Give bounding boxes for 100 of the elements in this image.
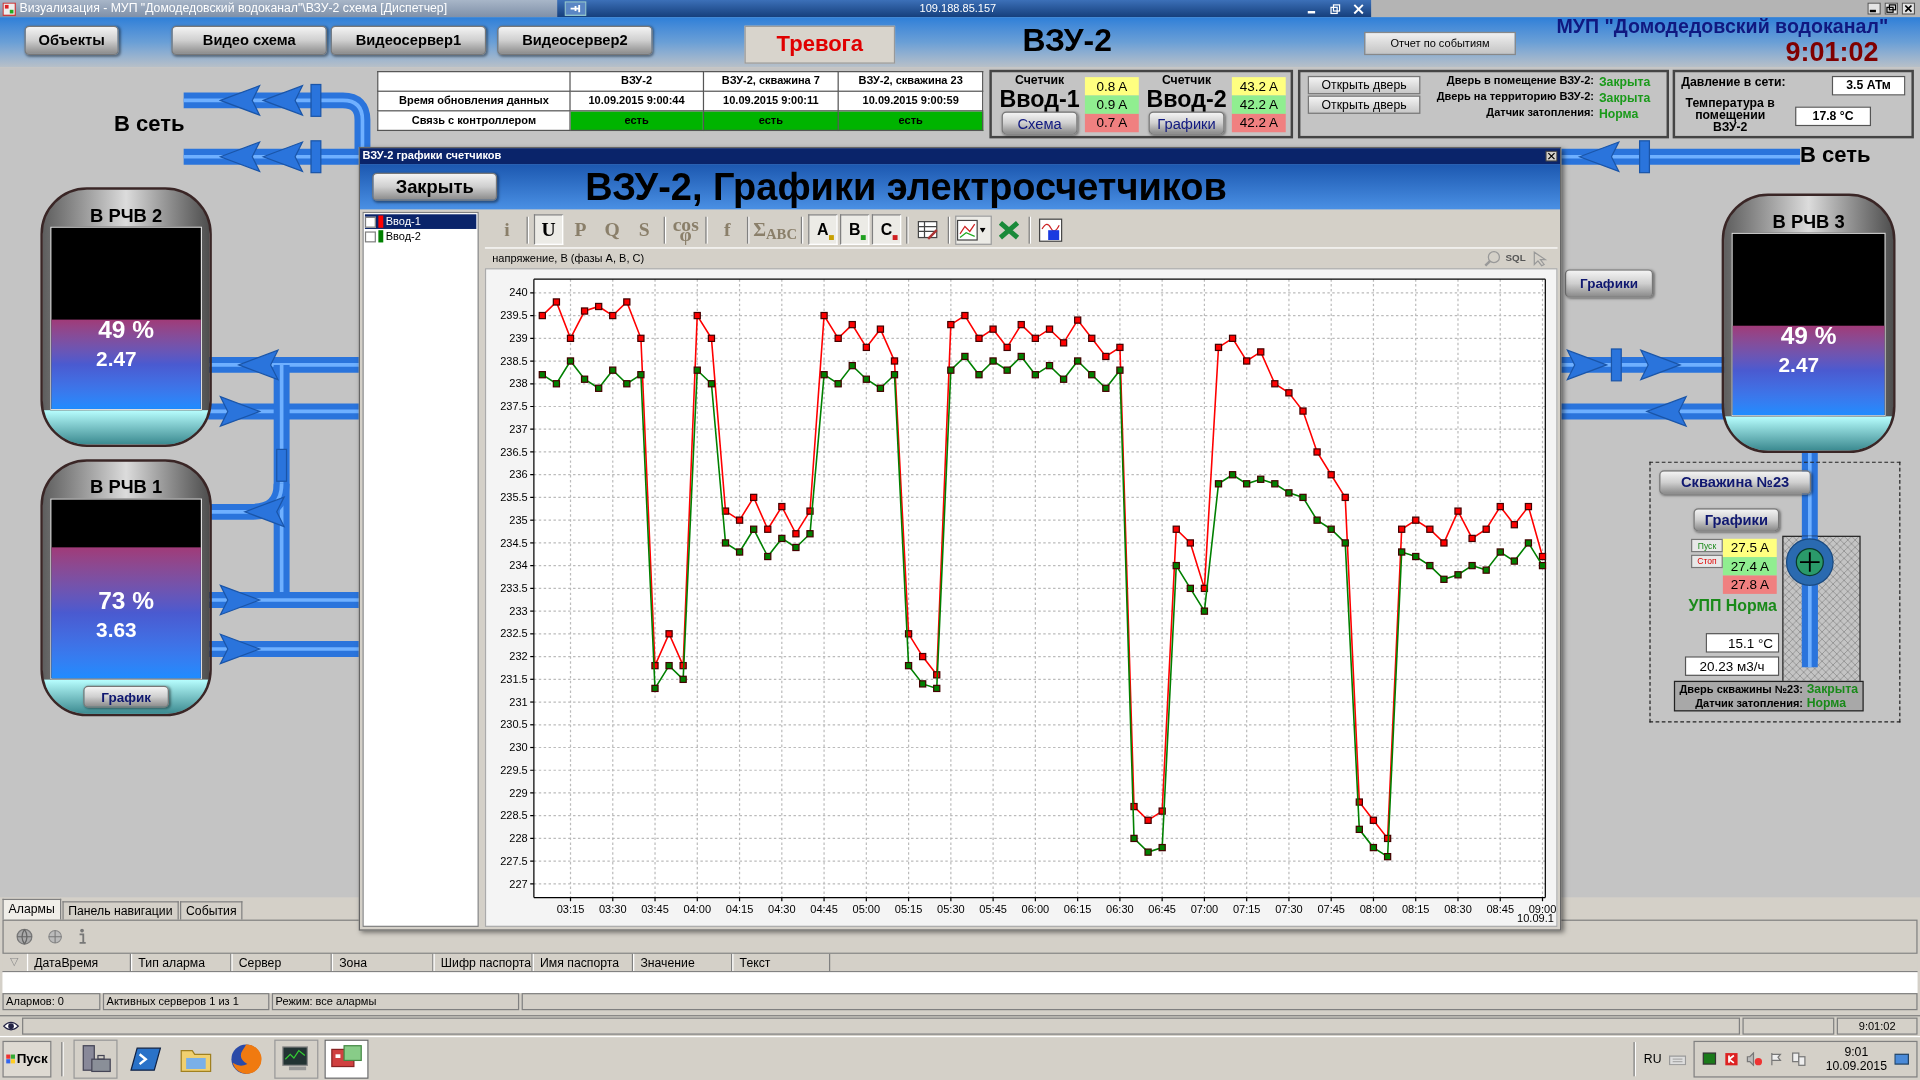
graphs-button[interactable]: Графики <box>1693 508 1780 532</box>
tank-name: В РЧВ 1 <box>90 477 163 496</box>
current-reading: 27.4 A <box>1722 557 1777 576</box>
current-reading: 27.5 A <box>1722 538 1777 558</box>
open-door-button[interactable]: Открыть дверь <box>1307 95 1421 114</box>
axis-tick-label: 237 <box>509 422 528 435</box>
status-field: Режим: все алармы <box>271 993 520 1011</box>
column-header[interactable]: Тип аларма <box>131 953 232 972</box>
current-reading: 42.2 A <box>1231 113 1286 132</box>
axis-tick-label: 229 <box>509 786 528 799</box>
chart-button[interactable]: График <box>83 685 169 708</box>
meter-caption: Счетчик <box>1161 74 1212 87</box>
axis-tick-label: 238 <box>509 377 528 390</box>
report-button[interactable]: Отчет по событиям <box>1364 31 1516 56</box>
close-button[interactable]: Закрыть <box>372 172 498 201</box>
axis-tick-label: 08:15 <box>1401 903 1430 916</box>
sensor-label: Дверь в помещение ВЗУ-2: <box>1445 75 1595 89</box>
axis-tick-label: 07:30 <box>1275 903 1303 916</box>
axis-tick-label: 08:00 <box>1359 903 1388 916</box>
current-reading: 43.2 A <box>1231 76 1286 95</box>
axis-tick-label: 07:00 <box>1190 903 1219 916</box>
axis-tick-label: 04:30 <box>768 903 796 916</box>
axis-tick-label: 227.5 <box>500 854 528 867</box>
axis-tick-label: 231.5 <box>500 673 528 685</box>
nav-button[interactable]: Видеосервер1 <box>330 25 487 56</box>
legend-item[interactable]: Ввод-1 <box>364 214 477 229</box>
taskbar-time[interactable]: 9:01 <box>1844 1043 1869 1059</box>
reading-value: 17.8 °C <box>1795 106 1872 127</box>
column-header[interactable]: Имя паспорта <box>532 953 634 972</box>
panel-tab[interactable]: Алармы <box>2 898 61 920</box>
table-cell: 10.09.2015 9:00:59 <box>838 91 983 111</box>
organization-name: МУП "Домодедовский водоканал" <box>1556 17 1889 37</box>
connection-address: 109.188.85.157 <box>919 3 997 15</box>
dialog-title: ВЗУ-2 графики счетчиков <box>362 150 502 162</box>
tank-name: В РЧВ 3 <box>1772 211 1845 231</box>
reading-label: Давление в сети: <box>1681 75 1786 89</box>
axis-tick-label: 230.5 <box>500 718 528 731</box>
panel-tab[interactable]: События <box>179 901 243 920</box>
axis-tick-label: 03:45 <box>641 903 669 916</box>
panel-tab[interactable]: Панель навигации <box>62 901 179 920</box>
axis-tick-label: 06:00 <box>1021 903 1050 916</box>
graphs-button[interactable]: Графики <box>1564 269 1654 298</box>
axis-tick-label: 234.5 <box>500 536 528 549</box>
axis-tick-label: 236 <box>509 468 528 481</box>
pipe-label: В сеть <box>1800 143 1871 166</box>
axis-tick-label: 06:15 <box>1063 903 1092 916</box>
well-button[interactable]: Скважина №23 <box>1659 470 1812 495</box>
toolbar-button[interactable]: B <box>840 214 870 245</box>
start-button[interactable]: Пуск <box>2 1040 52 1077</box>
tank-volume: 3.63 <box>96 619 137 640</box>
axis-tick-label: 06:30 <box>1106 903 1134 916</box>
axis-tick-label: 05:00 <box>852 903 881 916</box>
tank-volume: 2.47 <box>96 348 137 370</box>
column-header[interactable]: Зона <box>331 953 434 972</box>
axis-tick-label: 235 <box>509 513 528 526</box>
column-header[interactable]: ДатаВремя <box>26 953 131 972</box>
sensor-value: Норма <box>1598 107 1640 120</box>
axis-tick-label: 232 <box>509 650 528 663</box>
column-header[interactable]: Текст <box>732 953 831 972</box>
chart-caption: напряжение, В (фазы A, B, C) <box>492 252 645 264</box>
column-header[interactable]: Шифр паспорта <box>433 953 533 972</box>
taskbar-date[interactable]: 10.09.2015 <box>1825 1058 1887 1074</box>
toolbar-button[interactable]: A <box>808 214 838 245</box>
toolbar-button[interactable]: C <box>871 214 902 245</box>
axis-tick-label: 05:45 <box>979 903 1007 916</box>
connection-status: есть <box>570 110 704 131</box>
current-reading: 27.8 A <box>1722 575 1777 594</box>
axis-tick-label: 07:45 <box>1317 903 1345 916</box>
sensor-label: Датчик затопления: <box>1694 696 1803 711</box>
temperature-value: 15.1 °C <box>1705 633 1780 653</box>
start-button[interactable]: Пуск <box>1691 538 1723 553</box>
axis-tick-label: 233 <box>509 604 528 617</box>
nav-button[interactable]: Видео схема <box>171 25 327 56</box>
meter-name: Ввод-1 <box>999 86 1080 110</box>
tank-volume: 2.47 <box>1778 354 1820 376</box>
nav-button[interactable]: Объекты <box>24 25 119 56</box>
axis-tick-label: 233.5 <box>500 582 528 595</box>
connection-status: есть <box>838 110 983 131</box>
axis-tick-label: 07:15 <box>1232 903 1261 916</box>
column-header[interactable]: Значение <box>633 953 733 972</box>
axis-tick-label: 04:15 <box>725 903 754 916</box>
axis-tick-label: 235.5 <box>500 491 528 504</box>
toolbar-button[interactable]: U <box>533 214 564 245</box>
sensor-label: Дверь скважины №23: <box>1678 683 1803 697</box>
dialog-heading: ВЗУ-2, Графики электросчетчиков <box>585 167 1227 206</box>
table-cell: 10.09.2015 9:00:11 <box>703 91 839 111</box>
open-door-button[interactable]: Открыть дверь <box>1307 75 1421 95</box>
tank-level-percent: 49 % <box>1780 322 1837 348</box>
status-field: Активных серверов 1 из 1 <box>102 993 270 1011</box>
connection-status: есть <box>703 110 839 131</box>
axis-tick-label: 227 <box>509 877 528 890</box>
nav-button[interactable]: Видеосервер2 <box>497 25 653 56</box>
sql-button[interactable]: SQL <box>1505 253 1526 264</box>
axis-tick-label: 237.5 <box>500 400 528 413</box>
language-indicator[interactable]: RU <box>1643 1049 1662 1068</box>
axis-tick-label: 228.5 <box>500 809 528 822</box>
stop-button[interactable]: Стоп <box>1691 554 1723 569</box>
axis-tick-label: 06:45 <box>1148 903 1176 916</box>
table-cell: 10.09.2015 9:00:44 <box>570 91 704 111</box>
column-header[interactable]: Сервер <box>231 953 332 972</box>
